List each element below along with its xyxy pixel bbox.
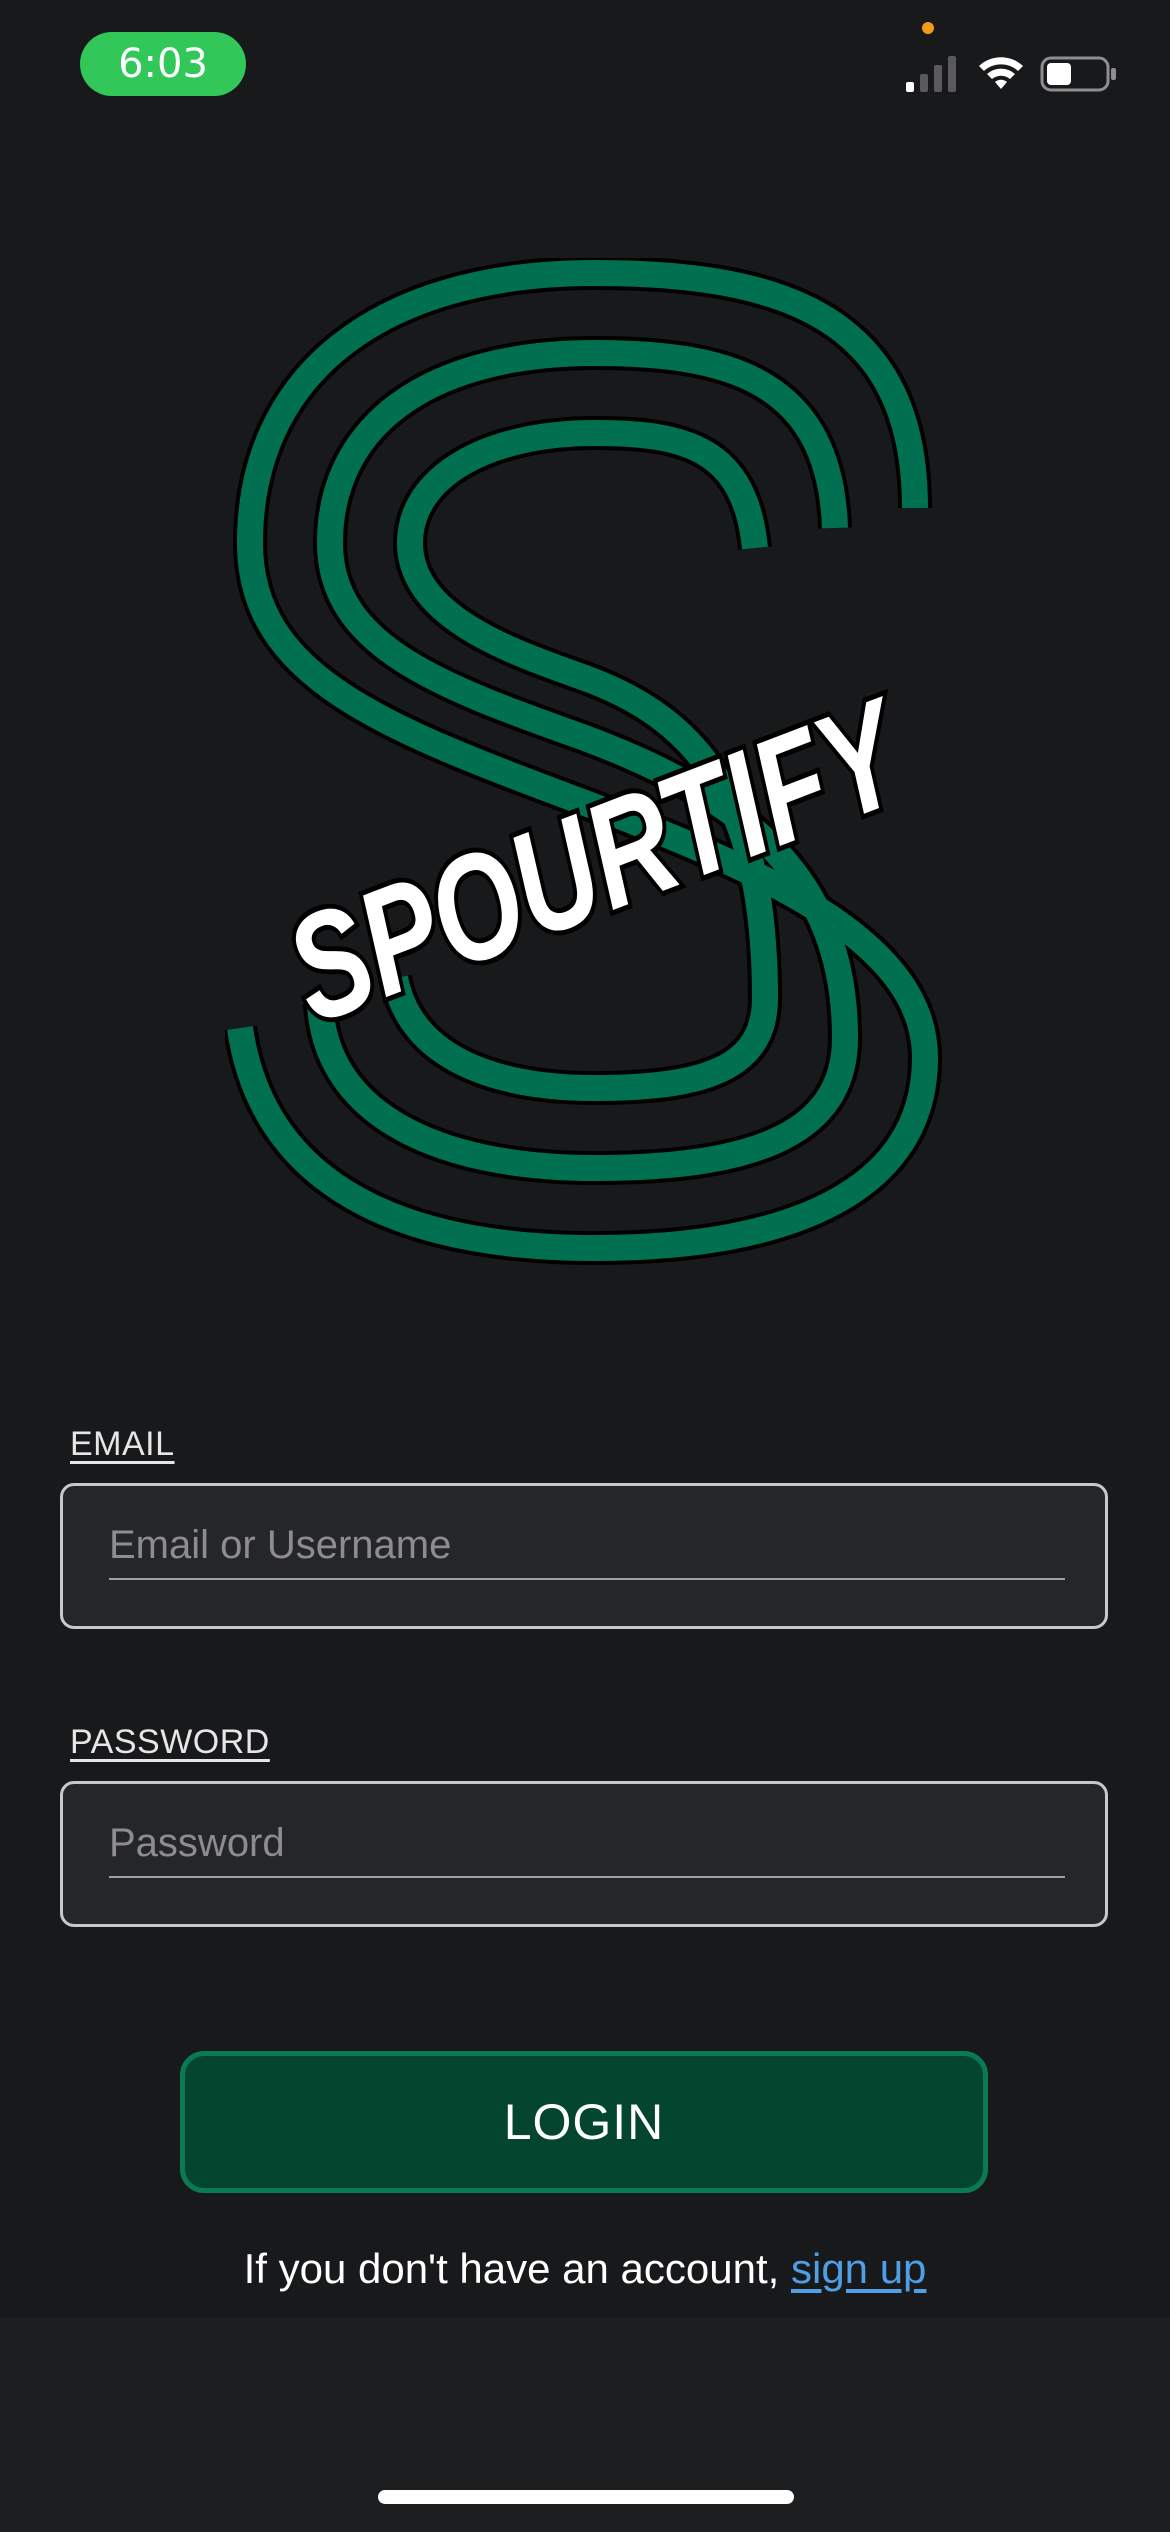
password-field-container xyxy=(60,1781,1108,1927)
signal-icon xyxy=(906,56,956,92)
email-input[interactable] xyxy=(109,1520,1065,1580)
signup-prompt: If you don't have an account, sign up xyxy=(0,2245,1170,2293)
home-indicator[interactable] xyxy=(378,2490,794,2504)
battery-icon xyxy=(1040,56,1116,92)
status-bar: 6:03 xyxy=(0,0,1170,130)
login-button[interactable]: LOGIN xyxy=(180,2051,988,2193)
signup-prompt-text: If you don't have an account, xyxy=(243,2245,791,2292)
status-time: 6:03 xyxy=(80,32,246,96)
email-field-container xyxy=(60,1483,1108,1629)
password-input[interactable] xyxy=(109,1818,1065,1878)
signup-link[interactable]: sign up xyxy=(791,2245,926,2292)
privacy-indicator-dot xyxy=(922,22,934,34)
wifi-icon xyxy=(979,57,1023,89)
password-label: PASSWORD xyxy=(70,1723,270,1761)
email-label: EMAIL xyxy=(70,1425,175,1463)
spourtify-logo: SPOURTIFY xyxy=(225,258,943,1266)
